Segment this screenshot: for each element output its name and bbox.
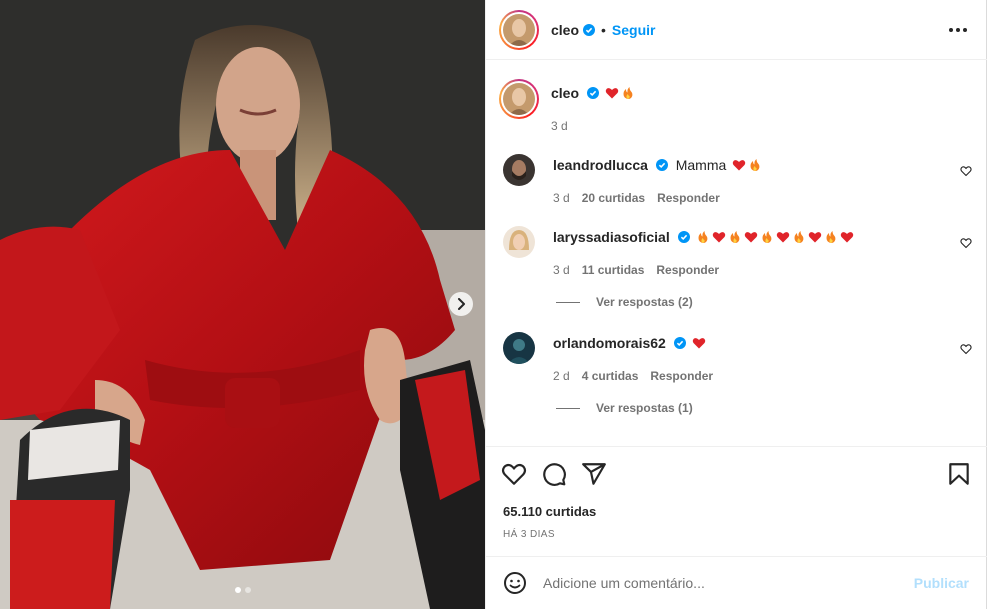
caption-username[interactable]: cleo <box>551 85 579 101</box>
fire-emoji <box>826 231 835 243</box>
reply-button[interactable]: Responder <box>657 191 720 205</box>
comment-username[interactable]: orlandomorais62 <box>553 335 666 351</box>
bookmark-icon[interactable] <box>946 461 972 487</box>
comment-like-heart-icon[interactable] <box>960 165 972 177</box>
red-heart-emoji <box>712 232 725 243</box>
reply-button[interactable]: Responder <box>650 369 713 383</box>
post-date[interactable]: HÁ 3 DIAS <box>503 529 555 540</box>
fire-emoji <box>750 159 760 171</box>
red-heart-emoji <box>692 338 705 349</box>
carousel-dot-active <box>234 587 241 593</box>
carousel-dot <box>244 587 251 593</box>
verified-badge-icon <box>673 337 686 349</box>
fire-emoji <box>730 231 739 243</box>
view-replies-button[interactable]: Ver respostas (1) <box>556 401 693 415</box>
comment-like-heart-icon[interactable] <box>960 237 972 249</box>
fire-emoji <box>623 87 633 99</box>
post-dialog: cleo • Seguir cleo 3 d leandrodlucca Mam… <box>0 0 987 609</box>
publish-button[interactable]: Publicar <box>914 575 969 591</box>
comment-emojis <box>690 335 706 351</box>
comment-like-heart-icon[interactable] <box>960 343 972 355</box>
post-photo <box>0 0 485 609</box>
red-heart-emoji <box>732 160 746 171</box>
more-options-icon[interactable] <box>949 22 967 38</box>
caption-avatar <box>503 83 535 115</box>
post-caption: cleo 3 d <box>499 79 635 133</box>
replies-divider <box>556 301 580 303</box>
comment-time[interactable]: 3 d <box>553 263 570 277</box>
commenter-avatar[interactable] <box>503 226 535 258</box>
share-icon[interactable] <box>581 461 607 487</box>
comment-likes[interactable]: 20 curtidas <box>582 191 645 205</box>
comment-composer: Publicar <box>486 556 987 609</box>
author-avatar <box>503 13 535 46</box>
verified-badge-icon <box>655 159 668 171</box>
comments-list[interactable]: cleo 3 d leandrodlucca Mamma 3 d 20 curt… <box>486 61 987 446</box>
fire-emoji <box>698 231 707 243</box>
caption-emojis <box>603 85 635 101</box>
comment-likes[interactable]: 4 curtidas <box>582 369 639 383</box>
next-slide-button[interactable] <box>449 292 473 316</box>
verified-badge-icon <box>586 87 599 99</box>
red-heart-emoji <box>840 232 853 243</box>
view-replies-button[interactable]: Ver respostas (2) <box>556 295 693 309</box>
post-side-panel: cleo • Seguir cleo 3 d leandrodlucca Mam… <box>485 0 987 609</box>
follow-button[interactable]: Seguir <box>612 22 656 38</box>
comment-input[interactable] <box>543 575 903 591</box>
reply-button[interactable]: Responder <box>656 263 719 277</box>
post-actions: 65.110 curtidas HÁ 3 DIAS <box>486 446 987 556</box>
caption-avatar-ring[interactable] <box>499 79 539 119</box>
comment-item: orlandomorais62 2 d 4 curtidas Responder <box>503 332 713 383</box>
commenter-avatar[interactable] <box>503 332 535 364</box>
heart-icon[interactable] <box>501 461 527 487</box>
red-heart-emoji <box>744 232 757 243</box>
view-replies-label: Ver respostas (2) <box>596 295 693 309</box>
chevron-right-icon <box>458 298 465 310</box>
comment-item: laryssadiasoficial 3 d 11 curtidas Respo… <box>503 226 854 277</box>
comment-icon[interactable] <box>541 461 567 487</box>
comment-text: Mamma <box>675 157 727 173</box>
post-header: cleo • Seguir <box>486 0 987 60</box>
view-replies-label: Ver respostas (1) <box>596 401 693 415</box>
comment-item: leandrodlucca Mamma 3 d 20 curtidas Resp… <box>503 154 762 205</box>
fire-emoji <box>794 231 803 243</box>
commenter-avatar[interactable] <box>503 154 535 186</box>
red-heart-emoji <box>776 232 789 243</box>
comment-likes[interactable]: 11 curtidas <box>582 263 645 277</box>
likes-count[interactable]: 65.110 curtidas <box>503 504 596 519</box>
red-heart-emoji <box>605 88 618 99</box>
comment-time[interactable]: 3 d <box>553 191 570 205</box>
comment-username[interactable]: laryssadiasoficial <box>553 229 670 245</box>
comment-emojis <box>730 157 762 173</box>
header-separator: • <box>601 21 606 38</box>
comment-emojis <box>694 229 854 245</box>
carousel-indicator <box>0 587 485 593</box>
comment-username[interactable]: leandrodlucca <box>553 157 648 173</box>
author-avatar-ring[interactable] <box>499 9 539 50</box>
comment-time[interactable]: 2 d <box>553 369 570 383</box>
post-media[interactable] <box>0 0 485 609</box>
caption-time[interactable]: 3 d <box>551 119 568 133</box>
replies-divider <box>556 407 580 409</box>
verified-badge-icon <box>583 23 596 36</box>
fire-emoji <box>762 231 771 243</box>
smiley-icon[interactable] <box>503 571 527 595</box>
verified-badge-icon <box>677 231 690 243</box>
red-heart-emoji <box>808 232 821 243</box>
author-username[interactable]: cleo <box>551 22 579 38</box>
